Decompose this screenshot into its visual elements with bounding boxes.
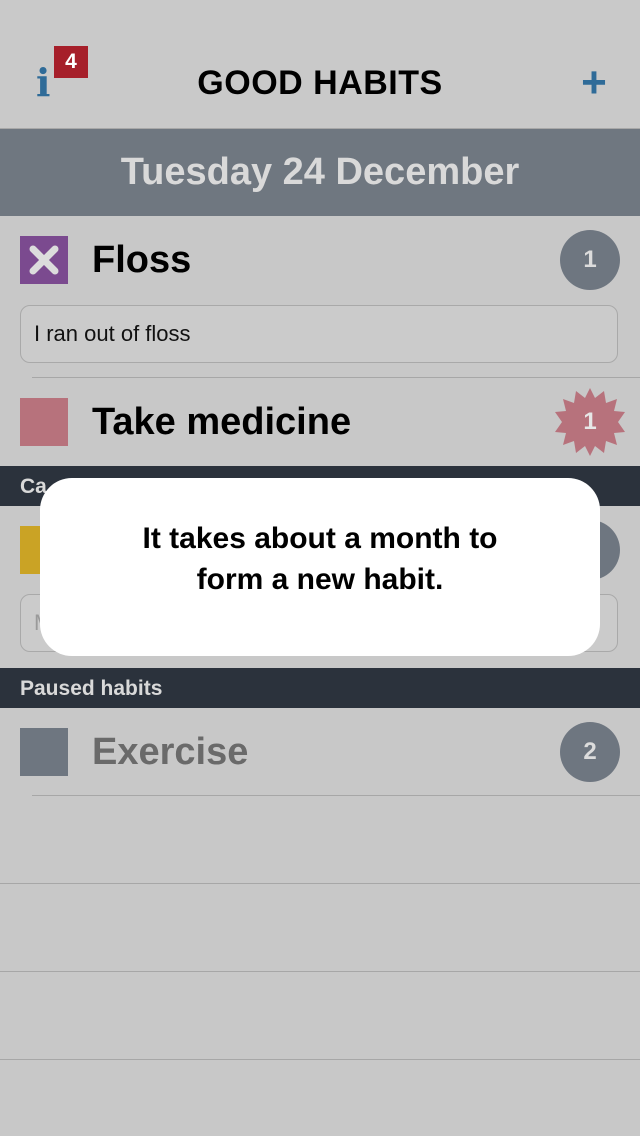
app-title: GOOD HABITS [197, 64, 443, 102]
floss-count-badge: 1 [560, 230, 620, 290]
starburst-badge-icon: 1 [554, 386, 626, 458]
date-header: Tuesday 24 December [0, 129, 640, 216]
row-separator [0, 883, 640, 884]
tip-toast[interactable]: It takes about a month to form a new hab… [40, 478, 600, 656]
row-separator [0, 971, 640, 972]
habit-name-exercise[interactable]: Exercise [92, 731, 248, 774]
nav-bar: i 4 GOOD HABITS + [0, 0, 640, 129]
add-habit-button[interactable]: + [574, 60, 614, 106]
row-separator [32, 795, 640, 796]
tip-line-1: It takes about a month to [142, 522, 498, 555]
date-label: Tuesday 24 December [120, 151, 520, 193]
row-separator [0, 1059, 640, 1060]
tip-text: It takes about a month to form a new hab… [80, 518, 560, 600]
floss-note-field[interactable]: I ran out of floss [20, 305, 618, 363]
habit-name-take-medicine[interactable]: Take medicine [92, 401, 351, 444]
habit-name-floss[interactable]: Floss [92, 239, 191, 282]
tip-line-2: form a new habit. [196, 563, 444, 596]
floss-checkbox-x-icon[interactable] [20, 236, 68, 284]
take-medicine-checkbox[interactable] [20, 398, 68, 446]
paused-habits-header: Paused habits [0, 668, 640, 708]
row-separator [32, 377, 640, 378]
exercise-count-badge: 2 [560, 722, 620, 782]
exercise-checkbox[interactable] [20, 728, 68, 776]
take-medicine-count: 1 [583, 408, 597, 435]
x-mark-icon [29, 245, 59, 275]
